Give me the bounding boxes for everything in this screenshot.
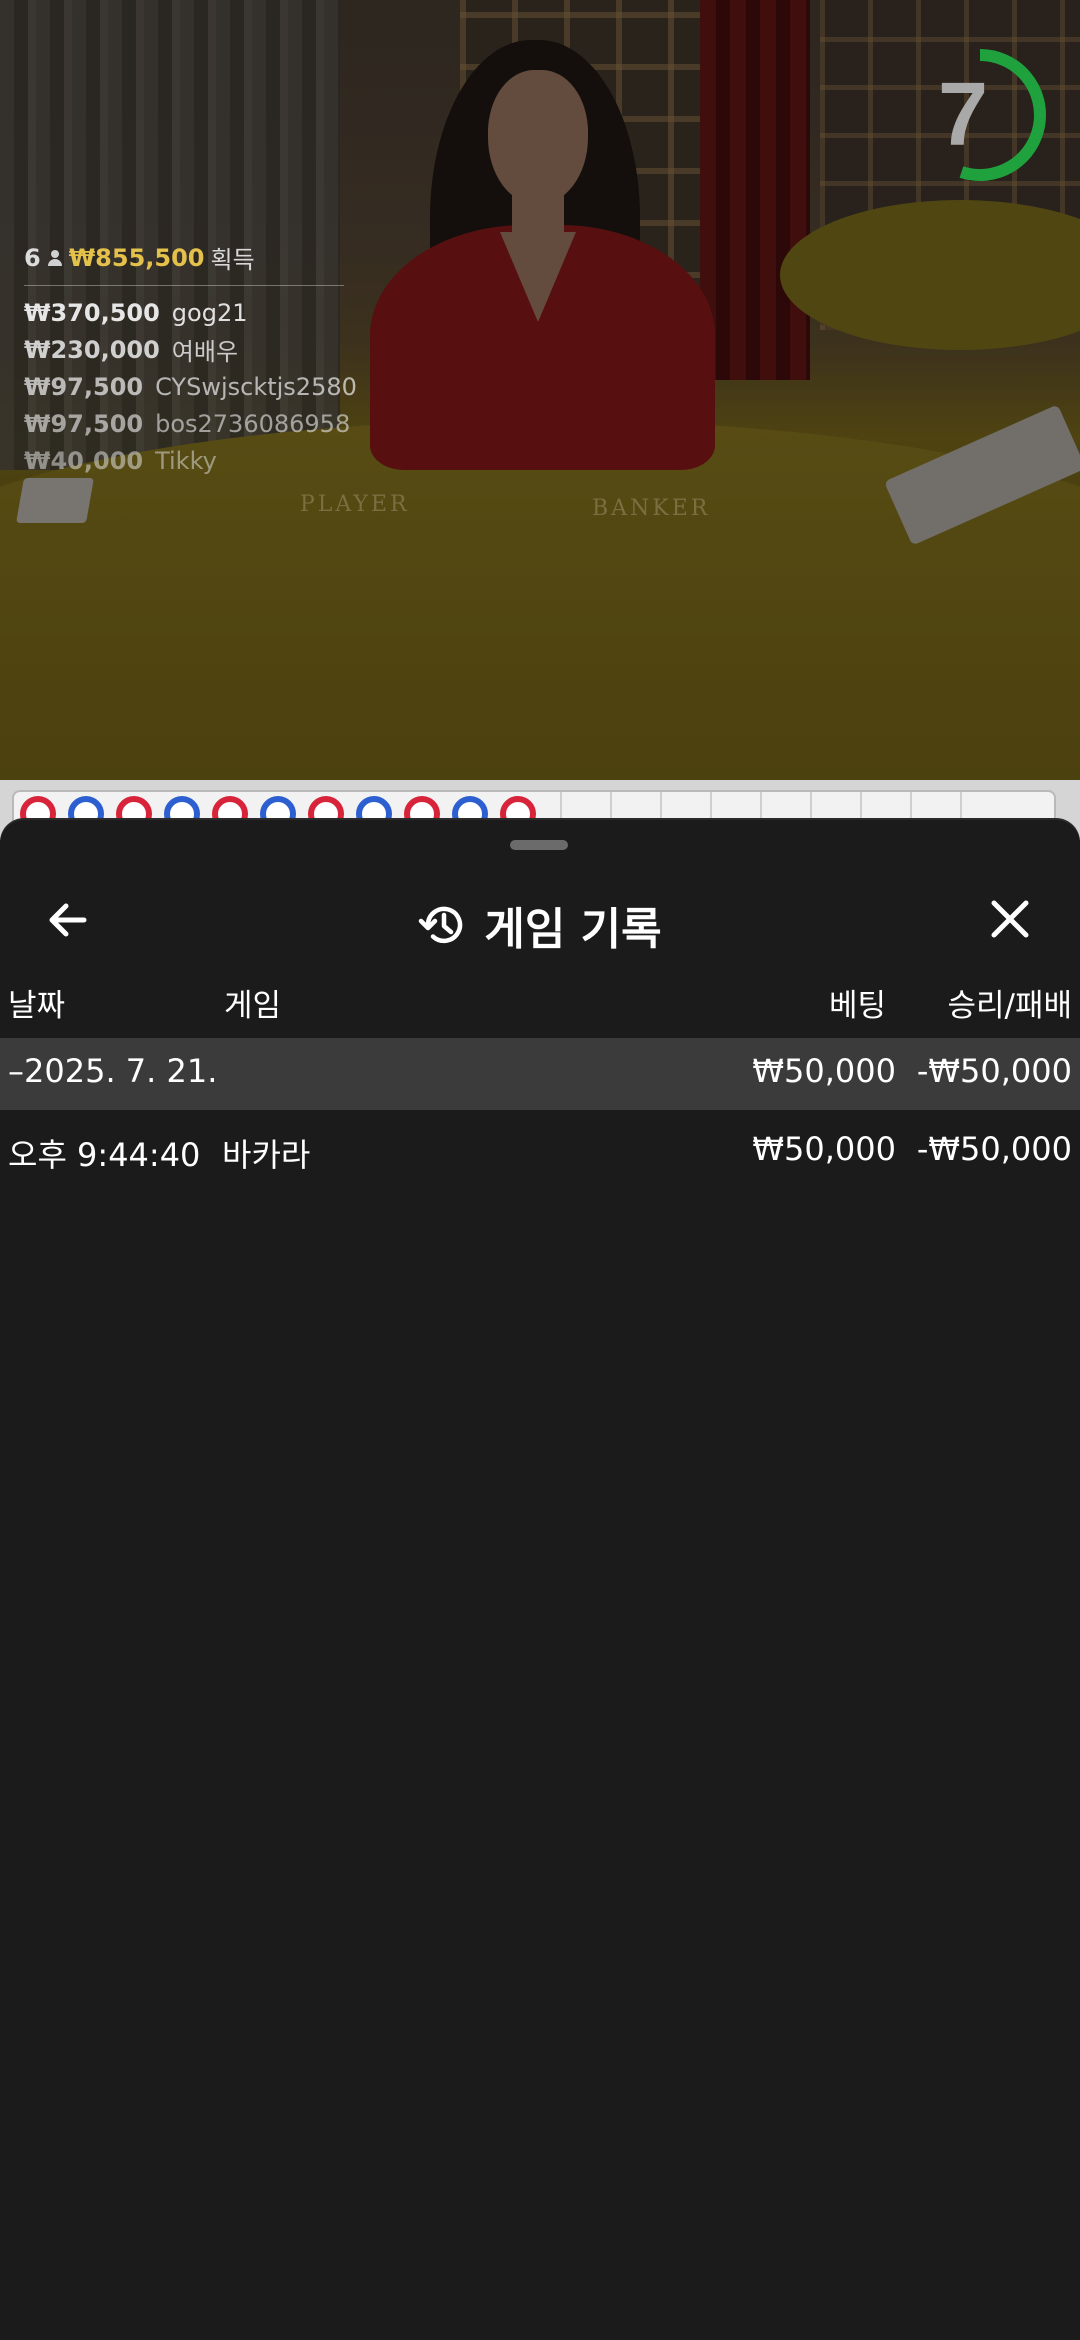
column-header-result: 승리/패배 [947,988,1072,1024]
winner-name: 여배우 [171,338,239,366]
sheet-header: 게임 기록 [0,875,1080,965]
winners-count: 6 [24,243,41,272]
winner-amount: ₩230,000 [24,335,160,364]
person-icon [47,249,63,266]
close-button[interactable] [980,895,1040,945]
winner-row: ₩40,000 Tikky [24,442,344,479]
winner-row: ₩97,500 CYSwjscktjs2580 [24,368,357,405]
winner-name: gog21 [171,298,248,327]
countdown-timer: 7 [920,30,1050,200]
timer-value: 7 [938,65,989,165]
table-row[interactable]: 오후 9:44:40 바카라 ₩50,000 -₩50,000 [0,1116,1080,1188]
winner-row: ₩370,500 gog21 [24,294,344,331]
winner-amount: ₩97,500 [24,409,144,438]
game-history-sheet: 게임 기록 날짜 게임 베팅 승리/패배 –2025. 7. 21. ₩50,0… [0,820,1080,2340]
group-date: –2025. 7. 21. [8,1052,218,1090]
winner-amount: ₩40,000 [24,446,144,475]
drag-handle[interactable] [510,840,568,850]
column-header-bet: 베팅 [828,988,886,1024]
winners-total: ₩855,500 [68,243,205,272]
row-result: -₩50,000 [916,1130,1072,1168]
winners-header: 6 ₩855,500 획득 [24,240,344,286]
sheet-title: 게임 기록 [0,893,1080,957]
row-game: 바카라 [222,1136,311,1174]
page-title: 게임 기록 [484,904,662,955]
winner-amount: ₩97,500 [24,372,144,401]
winner-row: ₩230,000 여배우 [24,331,344,368]
column-header-date: 날짜 [8,988,66,1024]
table-header: 날짜 게임 베팅 승리/패배 [0,972,1080,1032]
row-time: 오후 9:44:40 [8,1136,201,1174]
close-icon [991,900,1029,938]
date-group-row[interactable]: –2025. 7. 21. ₩50,000 -₩50,000 [0,1038,1080,1110]
winners-list: 6 ₩855,500 획득 ₩370,500 gog21 ₩230,000 여배우 ₩9… [24,240,357,479]
live-video: PLAYER BANKER 7 6 ₩855,500 획득 ₩370,500 go… [0,0,1080,780]
group-bet: ₩50,000 [752,1052,896,1090]
winner-amount: ₩370,500 [24,298,160,327]
winner-name: CYSwjscktjs2580 [155,372,357,401]
winner-name: Tikky [155,446,217,475]
winners-total-label: 획득 [210,246,255,274]
winner-name: bos2736086958 [155,409,351,438]
column-header-game: 게임 [224,988,282,1024]
winner-row: ₩97,500 bos2736086958 [24,405,350,442]
history-icon [419,906,463,944]
group-result: -₩50,000 [916,1052,1072,1090]
row-bet: ₩50,000 [752,1130,896,1168]
